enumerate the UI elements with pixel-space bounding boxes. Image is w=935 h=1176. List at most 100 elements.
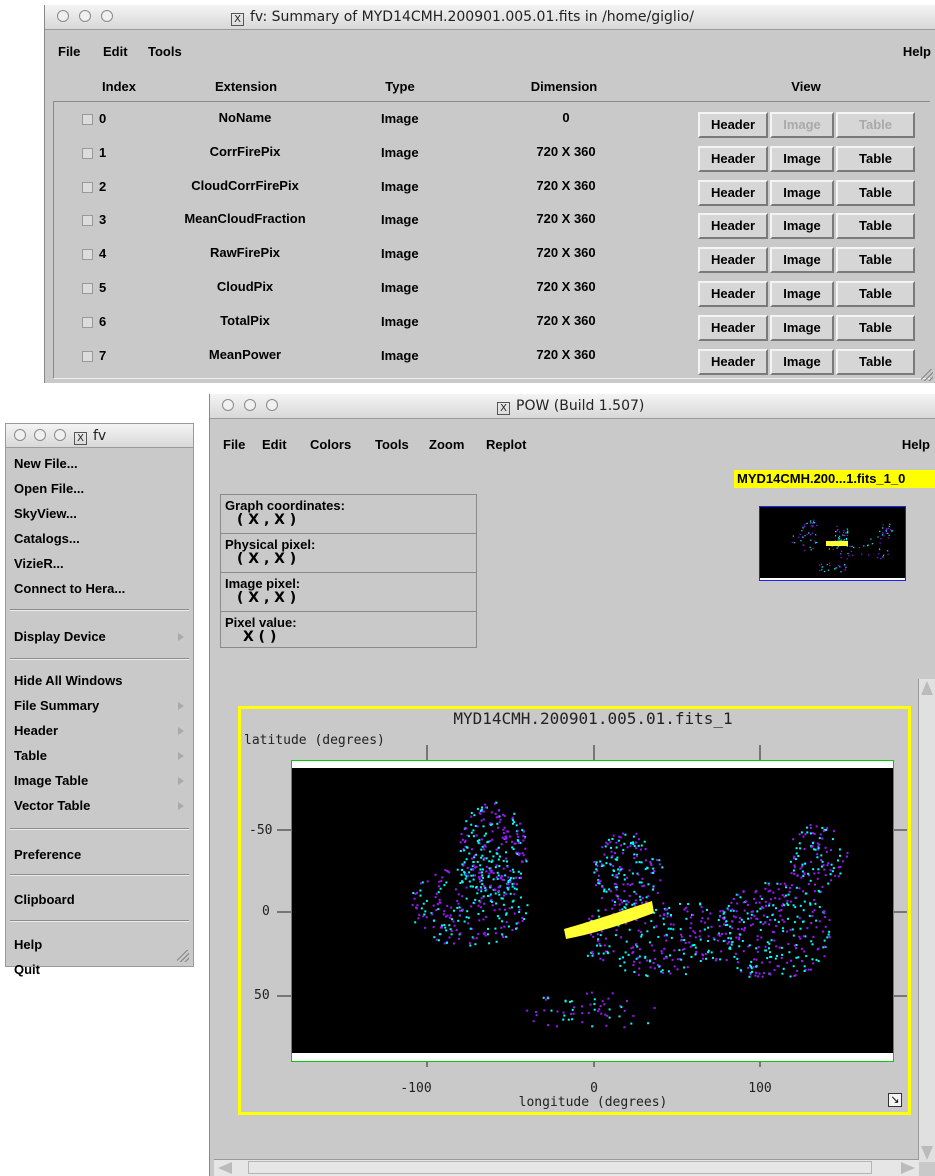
menu-tools[interactable]: Tools [375, 437, 409, 452]
table-button[interactable]: Table [836, 213, 915, 240]
row-checkbox[interactable] [82, 215, 93, 227]
table-button[interactable]: Table [836, 247, 915, 274]
table-button[interactable]: Table [836, 314, 915, 341]
row-type: Image [381, 178, 419, 194]
zoom-window-button[interactable] [54, 429, 66, 441]
fv-menu-item[interactable]: New File... [14, 456, 78, 471]
fv-menu-item[interactable]: Help [14, 937, 42, 952]
row-index: 4 [99, 246, 107, 262]
scroll-down-arrow-icon[interactable] [921, 1146, 933, 1160]
header-button[interactable]: Header [698, 281, 768, 307]
row-checkbox[interactable] [82, 316, 93, 328]
fire-map [292, 768, 893, 1053]
fv-menu-item[interactable]: Clipboard [14, 892, 75, 907]
image-button[interactable]: Image [770, 281, 834, 307]
fv-menu-item[interactable]: Image Table [14, 773, 88, 788]
scroll-up-arrow-icon[interactable] [921, 681, 933, 695]
row-index: 3 [99, 212, 107, 228]
zoom-window-button[interactable] [101, 10, 113, 22]
fv-menu-item[interactable]: Hide All Windows [14, 673, 122, 688]
scroll-right-arrow-icon[interactable] [901, 1162, 915, 1174]
pixel-value-value: X ( ) [243, 629, 277, 645]
image-button[interactable]: Image [770, 213, 834, 240]
pow-titlebar: X POW (Build 1.507) [210, 394, 935, 419]
zoom-window-button[interactable] [266, 399, 278, 411]
x11-icon: X [497, 402, 510, 415]
header-button[interactable]: Header [698, 179, 768, 206]
graph-tab[interactable]: MYD14CMH.200...1.fits_1_0 [734, 470, 935, 488]
scroll-left-arrow-icon[interactable] [218, 1162, 232, 1174]
summary-titlebar: Xfv: Summary of MYD14CMH.200901.005.01.f… [45, 5, 935, 30]
resize-plot-icon[interactable]: ↘ [888, 1093, 902, 1107]
header-button[interactable]: Header [698, 145, 768, 172]
resize-grip-icon[interactable] [921, 369, 933, 381]
horizontal-scrollbar[interactable] [214, 1159, 919, 1176]
fv-menu-item[interactable]: Vector Table [14, 798, 90, 813]
minimize-window-button[interactable] [244, 399, 256, 411]
row-extension: MeanCloudFraction [184, 211, 306, 227]
image-button[interactable]: Image [770, 145, 834, 172]
scroll-thumb[interactable] [248, 1161, 872, 1174]
fv-menu-item[interactable]: Connect to Hera... [14, 581, 125, 596]
menu-tools[interactable]: Tools [148, 44, 182, 59]
image-button[interactable]: Image [770, 247, 834, 274]
table-button[interactable]: Table [836, 281, 915, 307]
vertical-scrollbar[interactable] [918, 679, 935, 1162]
row-index: 5 [99, 280, 107, 295]
fv-menu-item[interactable]: Display Device [14, 629, 106, 644]
row-extension: CorrFirePix [209, 143, 281, 159]
minimize-window-button[interactable] [34, 429, 46, 441]
y-tick-label: -50 [249, 823, 273, 838]
row-dimension: 720 X 360 [536, 177, 596, 193]
menu-help[interactable]: Help [902, 437, 930, 452]
fv-menu-item[interactable]: File Summary [14, 698, 99, 713]
fv-menu-item[interactable]: VizieR... [14, 556, 64, 571]
header-button[interactable]: Header [698, 112, 768, 138]
fv-menu-item[interactable]: SkyView... [14, 506, 77, 521]
submenu-arrow-icon [178, 752, 184, 760]
fv-menu-item[interactable]: Quit [14, 962, 40, 977]
table-button[interactable]: Table [836, 145, 915, 172]
close-window-button[interactable] [222, 399, 234, 411]
row-checkbox[interactable] [82, 283, 93, 294]
row-checkbox[interactable] [82, 350, 93, 362]
header-button[interactable]: Header [698, 213, 768, 240]
resize-grip-icon[interactable] [177, 950, 189, 962]
plot-image[interactable] [291, 760, 894, 1062]
y-tick-label: 50 [254, 988, 270, 1003]
close-window-button[interactable] [14, 429, 26, 441]
header-button[interactable]: Header [698, 314, 768, 341]
menu-file[interactable]: File [58, 44, 80, 59]
column-type-header: Type [385, 79, 415, 94]
image-button[interactable]: Image [770, 179, 834, 206]
menu-help[interactable]: Help [903, 44, 931, 59]
table-button[interactable]: Table [836, 179, 915, 206]
row-checkbox[interactable] [82, 249, 93, 261]
table-button[interactable]: Table [836, 348, 915, 375]
fv-menu-item[interactable]: Table [14, 748, 47, 763]
menu-colors[interactable]: Colors [310, 437, 351, 452]
row-index: 6 [99, 313, 107, 329]
menu-zoom[interactable]: Zoom [429, 437, 464, 452]
fv-menu-item[interactable]: Catalogs... [14, 531, 80, 546]
image-button[interactable]: Image [770, 348, 834, 375]
graph-thumbnail[interactable] [759, 506, 906, 581]
row-checkbox[interactable] [82, 147, 93, 159]
fv-menu-item[interactable]: Header [14, 723, 58, 738]
fv-menu-item[interactable]: Preference [14, 847, 81, 862]
menu-replot[interactable]: Replot [486, 437, 526, 452]
row-dimension: 720 X 360 [536, 211, 596, 227]
menu-file[interactable]: File [223, 437, 245, 452]
header-button[interactable]: Header [698, 247, 768, 274]
fv-menu-item[interactable]: Open File... [14, 481, 84, 496]
image-button[interactable]: Image [770, 314, 834, 341]
row-type: Image [381, 280, 419, 295]
row-checkbox[interactable] [82, 114, 93, 125]
menu-edit[interactable]: Edit [103, 44, 128, 59]
menu-edit[interactable]: Edit [262, 437, 287, 452]
row-dimension: 720 X 360 [536, 279, 596, 294]
header-button[interactable]: Header [698, 348, 768, 375]
minimize-window-button[interactable] [79, 10, 91, 22]
row-checkbox[interactable] [82, 181, 93, 193]
close-window-button[interactable] [57, 10, 69, 22]
